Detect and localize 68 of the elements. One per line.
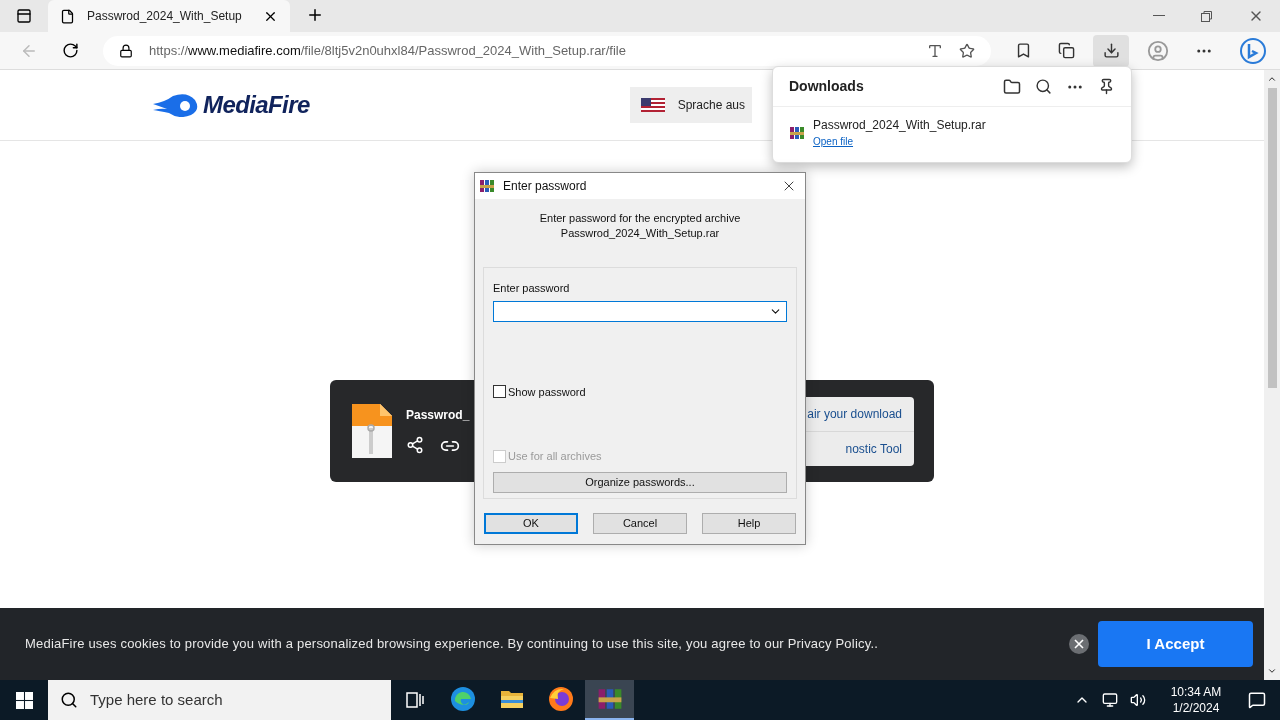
- organize-passwords-button[interactable]: Organize passwords...: [493, 471, 787, 493]
- notifications-icon[interactable]: [1248, 691, 1266, 709]
- profile-icon[interactable]: [1147, 39, 1169, 62]
- close-circle-icon[interactable]: [1068, 633, 1090, 655]
- read-aloud-icon[interactable]: [927, 42, 943, 59]
- browser-tab[interactable]: Passwrod_2024_With_Setup: [48, 0, 290, 32]
- refresh-icon[interactable]: [62, 42, 79, 59]
- accept-button[interactable]: I Accept: [1098, 621, 1253, 667]
- password-label: Enter password: [493, 281, 571, 296]
- folder-icon: [499, 688, 524, 710]
- search-icon: [60, 691, 78, 709]
- windows-logo-icon[interactable]: [16, 691, 33, 709]
- option-checkbox[interactable]: Show password: [493, 383, 787, 400]
- dialog-message: Enter password for the encrypted archive: [539, 211, 741, 226]
- open-file-link[interactable]: Open file: [813, 134, 854, 149]
- scrollbar-thumb[interactable]: [1267, 88, 1277, 388]
- dialog-button[interactable]: OK: [484, 513, 578, 534]
- dialog-message: Passwrod_2024_With_Setup.rar: [560, 226, 720, 241]
- archive-books-icon: [479, 178, 495, 194]
- edge-browser-icon: [449, 686, 476, 712]
- pin-icon[interactable]: [1098, 77, 1115, 95]
- language-label: Sprache aus: [677, 97, 746, 114]
- downloads-title: Downloads: [789, 77, 865, 96]
- chat-logo-icon[interactable]: [1239, 36, 1267, 65]
- firefox-icon: [547, 686, 574, 712]
- dialog-button[interactable]: Help: [702, 513, 796, 534]
- share-icon[interactable]: [406, 436, 424, 454]
- archive-books-icon: [789, 124, 805, 141]
- scroll-up-icon[interactable]: [1267, 74, 1277, 84]
- url-text: https://www.mediafire.com/file/8ltj5v2n0uhxl84/Passwrod_2024_With_Setup.rar/file: [149, 41, 627, 60]
- logo-text: MediaFire: [203, 90, 310, 120]
- tab-title: Passwrod_2024_With_Setup: [87, 8, 243, 25]
- help-link[interactable]: nostic Tool: [802, 431, 914, 466]
- address-field[interactable]: https://www.mediafire.com/file/8ltj5v2n0uhxl84/Passwrod_2024_With_Setup.rar/file: [103, 35, 991, 66]
- collections-icon[interactable]: [1058, 42, 1075, 59]
- taskbar-search-field[interactable]: Type here to search: [48, 680, 391, 720]
- downloads-button[interactable]: [1093, 34, 1129, 67]
- download-item[interactable]: Passwrod_2024_With_Setup.rar Open file: [773, 107, 1131, 158]
- network-icon[interactable]: [1102, 692, 1118, 708]
- minimize-icon[interactable]: [1153, 15, 1165, 17]
- clock-time: 10:34 AM: [1170, 684, 1222, 700]
- new-tab-icon[interactable]: [306, 6, 324, 24]
- restore-icon[interactable]: [1201, 10, 1212, 22]
- search-placeholder: Type here to search: [90, 689, 223, 710]
- lock-icon: [119, 43, 133, 58]
- archive-books-icon: [596, 686, 623, 712]
- tab-actions-icon: [16, 8, 32, 24]
- password-field[interactable]: [493, 300, 787, 322]
- clock[interactable]: 10:34 AM 1/2/2024: [1158, 684, 1234, 716]
- download-icon: [1102, 42, 1120, 59]
- download-filename: Passwrod_2024_With_Setup.rar: [813, 117, 986, 134]
- task-view-icon[interactable]: [406, 692, 424, 708]
- volume-icon[interactable]: [1130, 692, 1146, 708]
- dialog-button[interactable]: Cancel: [593, 513, 687, 534]
- folder-outline-icon[interactable]: [1003, 77, 1021, 96]
- language-selector[interactable]: Sprache aus: [629, 87, 752, 123]
- file-name: Passwrod_: [406, 407, 470, 424]
- zip-file-icon: [350, 402, 394, 460]
- flag-icon: [640, 98, 665, 112]
- flame-logo-icon: [153, 93, 199, 117]
- scroll-down-icon[interactable]: [1267, 666, 1277, 676]
- add-favorite-icon[interactable]: [959, 42, 975, 59]
- favorites-icon[interactable]: [1015, 42, 1032, 59]
- clock-date: 1/2/2024: [1172, 700, 1220, 716]
- cookie-message: MediaFire uses cookies to provide you with a personalized browsing experience. By continuing to use this site, you agree to our Privacy Policy..: [25, 635, 880, 654]
- page-icon: [60, 8, 75, 24]
- dialog-title: Enter password: [503, 178, 588, 195]
- search-icon[interactable]: [1035, 77, 1052, 95]
